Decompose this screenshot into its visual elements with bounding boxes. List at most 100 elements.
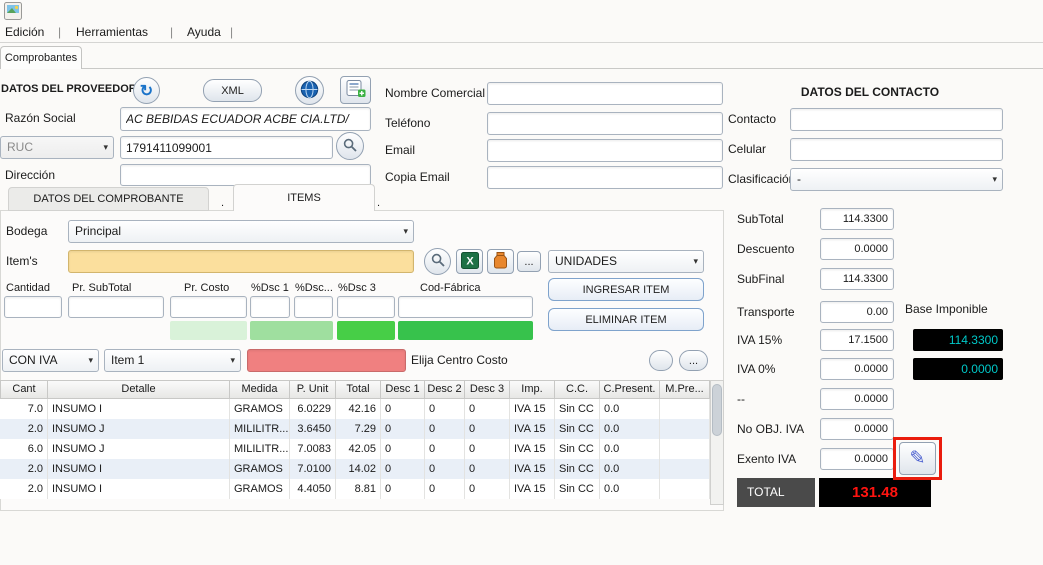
pr-subtotal-input[interactable]: [68, 296, 164, 318]
table-header-cell[interactable]: Detalle: [48, 380, 230, 399]
nombre-comercial-input[interactable]: [487, 82, 723, 105]
dsc3-input[interactable]: [337, 296, 395, 318]
dsc2-input[interactable]: [294, 296, 333, 318]
table-cell: 8.81: [336, 479, 381, 499]
exento-iva-input[interactable]: [820, 448, 894, 470]
table-header-cell[interactable]: Desc 3: [465, 380, 510, 399]
item-number-combo-value: Item 1: [111, 353, 144, 367]
edit-total-button[interactable]: ✎: [899, 442, 936, 475]
unidades-combo[interactable]: UNIDADES ▾: [548, 250, 704, 273]
table-header-cell[interactable]: C.C.: [555, 380, 600, 399]
table-row[interactable]: 7.0INSUMO IGRAMOS6.022942.16000IVA 15Sin…: [0, 399, 710, 419]
table-header-cell[interactable]: C.Present.: [600, 380, 660, 399]
celular-input[interactable]: [790, 138, 1003, 161]
chevron-down-icon: ▾: [103, 137, 108, 158]
menu-separator: |: [58, 21, 61, 44]
otros-input[interactable]: [820, 388, 894, 410]
contacto-title: DATOS DEL CONTACTO: [737, 81, 1003, 104]
con-iva-combo[interactable]: CON IVA ▾: [2, 349, 99, 372]
refresh-button[interactable]: ↻: [133, 77, 160, 104]
table-cell: 0: [381, 419, 425, 439]
table-cell: INSUMO I: [48, 399, 230, 419]
register-form-button[interactable]: [340, 76, 371, 104]
telefono-input[interactable]: [487, 112, 723, 135]
subtotal-input[interactable]: [820, 208, 894, 230]
iva15-input[interactable]: [820, 329, 894, 351]
table-cell: [660, 419, 710, 439]
tab-dot: .: [221, 196, 224, 210]
table-cell: 0: [381, 479, 425, 499]
pr-costo-input[interactable]: [170, 296, 247, 318]
item-search-button[interactable]: [424, 248, 451, 275]
price-indicator-strip: [337, 321, 395, 340]
clasificacion-label: Clasificación: [728, 168, 795, 191]
menu-item-herramientas[interactable]: Herramientas: [76, 21, 148, 44]
ruc-input[interactable]: [120, 136, 333, 159]
subfinal-input[interactable]: [820, 268, 894, 290]
menu-item-edicion[interactable]: Edición: [5, 21, 44, 44]
excel-icon: X: [461, 252, 479, 272]
table-header-cell[interactable]: Imp.: [510, 380, 555, 399]
centro-costo-clear-button[interactable]: [649, 350, 673, 371]
xml-button[interactable]: XML: [203, 79, 262, 102]
table-row[interactable]: 2.0INSUMO IGRAMOS4.40508.81000IVA 15Sin …: [0, 479, 710, 499]
table-header-cell[interactable]: Cant: [0, 380, 48, 399]
table-row[interactable]: 2.0INSUMO IGRAMOS7.010014.02000IVA 15Sin…: [0, 459, 710, 479]
clasificacion-combo[interactable]: - ▾: [790, 168, 1003, 191]
eliminar-item-button[interactable]: ELIMINAR ITEM: [548, 308, 704, 331]
table-cell: Sin CC: [555, 459, 600, 479]
item-more-button[interactable]: ...: [517, 251, 541, 272]
contacto-input[interactable]: [790, 108, 1003, 131]
item-number-combo[interactable]: Item 1 ▾: [104, 349, 241, 372]
table-row[interactable]: 2.0INSUMO JMILILITR...3.64507.29000IVA 1…: [0, 419, 710, 439]
scrollbar-thumb[interactable]: [712, 384, 722, 436]
table-header-cell[interactable]: Desc 2: [425, 380, 465, 399]
centro-costo-more-button[interactable]: ...: [679, 350, 708, 371]
table-row[interactable]: 6.0INSUMO JMILILITR...7.008342.05000IVA …: [0, 439, 710, 459]
table-cell: INSUMO J: [48, 419, 230, 439]
table-header-cell[interactable]: Medida: [230, 380, 290, 399]
excel-export-button[interactable]: X: [456, 249, 483, 274]
table-scrollbar[interactable]: [710, 380, 724, 505]
table-cell: 0: [381, 399, 425, 419]
product-image-button[interactable]: [487, 249, 514, 274]
transporte-input[interactable]: [820, 301, 894, 323]
descuento-input[interactable]: [820, 238, 894, 260]
menu-item-ayuda[interactable]: Ayuda: [187, 21, 221, 44]
no-obj-iva-input[interactable]: [820, 418, 894, 440]
price-indicator-strip: [170, 321, 247, 340]
centro-costo-field[interactable]: [247, 349, 406, 372]
ingresar-item-button[interactable]: INGRESAR ITEM: [548, 278, 704, 301]
iva0-input[interactable]: [820, 358, 894, 380]
table-header-cell[interactable]: M.Pre...: [660, 380, 710, 399]
table-cell: 6.0229: [290, 399, 336, 419]
menu-separator: |: [170, 21, 173, 44]
price-indicator-strip: [250, 321, 333, 340]
item-search-input[interactable]: [68, 250, 414, 273]
direccion-input[interactable]: [120, 164, 371, 186]
exento-iva-label: Exento IVA: [737, 448, 796, 471]
razon-social-input[interactable]: [120, 107, 371, 131]
dsc1-input[interactable]: [250, 296, 290, 318]
table-header-cell[interactable]: Total: [336, 380, 381, 399]
globe-button[interactable]: [295, 76, 324, 105]
transporte-label: Transporte: [737, 301, 795, 324]
centro-costo-label: Elija Centro Costo: [411, 349, 508, 372]
copia-email-input[interactable]: [487, 166, 723, 189]
email-input[interactable]: [487, 139, 723, 162]
table-cell: 0: [425, 399, 465, 419]
table-cell: 14.02: [336, 459, 381, 479]
tab-datos-comprobante[interactable]: DATOS DEL COMPROBANTE: [8, 187, 209, 211]
cod-fabrica-input[interactable]: [398, 296, 533, 318]
cantidad-input[interactable]: [4, 296, 62, 318]
ruc-search-button[interactable]: [336, 132, 364, 160]
bodega-combo[interactable]: Principal ▾: [68, 220, 414, 243]
ruc-combo[interactable]: RUC ▾: [0, 136, 114, 159]
table-cell: Sin CC: [555, 399, 600, 419]
menu-divider: [0, 42, 1043, 43]
table-header-cell[interactable]: P. Unit: [290, 380, 336, 399]
tab-comprobantes[interactable]: Comprobantes: [0, 46, 82, 69]
table-cell: INSUMO J: [48, 439, 230, 459]
table-header-cell[interactable]: Desc 1: [381, 380, 425, 399]
tab-items[interactable]: ITEMS: [233, 184, 375, 211]
